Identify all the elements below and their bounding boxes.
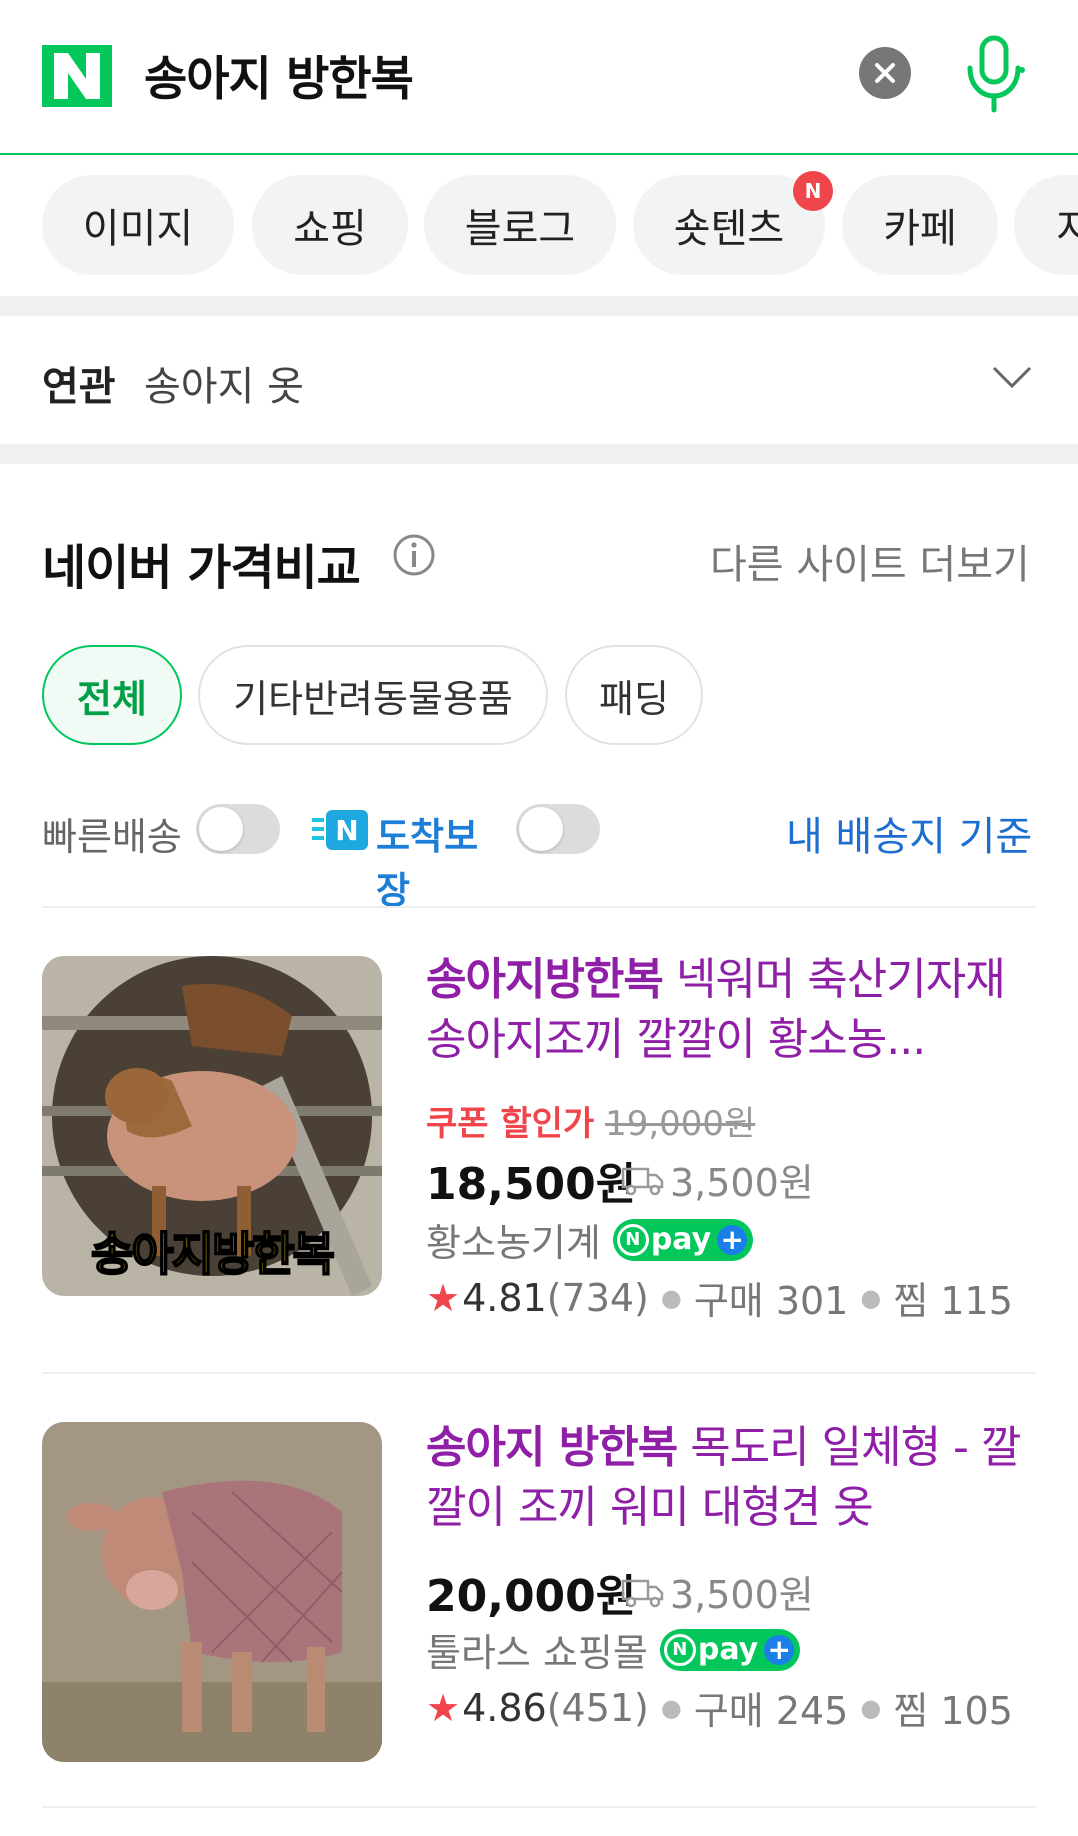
section-title: 네이버 가격비교 — [42, 540, 361, 596]
search-tabs: 이미지 쇼핑 블로그 숏텐츠 N 카페 지 — [0, 157, 1078, 295]
rating-score: 4.86 — [462, 1685, 547, 1730]
divider — [42, 1372, 1036, 1374]
toggle-knob — [519, 807, 563, 851]
truck-icon — [621, 1167, 664, 1195]
npay-plus-badge: N pay + — [659, 1628, 801, 1671]
naver-n-icon: N — [326, 810, 368, 850]
chip-label: 패딩 — [599, 676, 669, 721]
product-card[interactable]: 송아지방한복 송아지방한복 넥워머 축산기자재 송아지조끼 깔깔이 황소농...… — [0, 950, 1078, 1360]
divider — [42, 1806, 1036, 1808]
close-icon — [875, 63, 895, 83]
rating-row: ★ 4.81 (734) ● 구매 301 ● 찜 115 — [426, 1270, 1013, 1325]
fast-delivery-label: 빠른배송 — [42, 815, 182, 859]
speed-lines-icon — [312, 818, 324, 822]
related-keyword[interactable]: 송아지 옷 — [144, 354, 304, 412]
store-row: 황소농기계 N pay + — [426, 1212, 754, 1267]
more-sites-link[interactable]: 다른 사이트 더보기 — [710, 532, 1030, 590]
tab-shortents[interactable]: 숏텐츠 N — [633, 171, 833, 275]
chip-padding[interactable]: 패딩 — [565, 645, 703, 745]
delivery-filters: 빠른배송 N 도착보장 내 배송지 기준 — [0, 800, 1078, 912]
rating-score: 4.81 — [462, 1275, 547, 1320]
tab-label: 이미지 — [82, 206, 194, 252]
new-badge: N — [793, 171, 833, 211]
calf-photo — [42, 1422, 382, 1762]
tab-blog[interactable]: 블로그 — [424, 175, 616, 275]
store-row: 툴라스 쇼핑몰 N pay + — [426, 1622, 801, 1677]
shipping-fee: 3,500원 — [620, 1564, 814, 1619]
npay-n-icon: N — [663, 1633, 696, 1666]
npay-label: pay — [697, 1632, 759, 1667]
product-title[interactable]: 송아지방한복 넥워머 축산기자재 송아지조끼 깔깔이 황소농... — [426, 950, 1046, 1070]
chip-label: 기타반려동물용품 — [233, 676, 513, 721]
related-label: 연관 — [42, 364, 116, 410]
tab-label: 카페 — [883, 206, 957, 252]
separator-dot: ● — [660, 1693, 682, 1722]
tab-images[interactable]: 이미지 — [42, 175, 234, 275]
thumbnail-caption: 송아지방한복 — [90, 1226, 336, 1282]
star-icon: ★ — [426, 1685, 461, 1730]
search-header: 송아지 방한복 — [0, 0, 1078, 155]
chip-all[interactable]: 전체 — [42, 645, 182, 745]
divider — [42, 906, 1036, 908]
arrival-guarantee-badge: N 도착보장 — [312, 804, 502, 912]
coupon-label: 쿠폰 할인가 — [426, 1104, 595, 1144]
truck-icon — [621, 1579, 664, 1607]
separator-dot: ● — [860, 1693, 882, 1722]
toggle-knob — [199, 807, 243, 851]
product-card[interactable]: 송아지 방한복 목도리 일체형 - 깔깔이 조끼 워미 대형견 옷 20,000… — [0, 1418, 1078, 1818]
wish-count: 찜 105 — [893, 1689, 1013, 1733]
npay-label: pay — [650, 1222, 712, 1257]
my-address-link[interactable]: 내 배송지 기준 — [786, 804, 1032, 862]
tab-label: 쇼핑 — [293, 206, 367, 252]
tab-shopping[interactable]: 쇼핑 — [252, 175, 408, 275]
wish-count: 찜 115 — [893, 1279, 1013, 1323]
tab-cafe[interactable]: 카페 — [842, 175, 998, 275]
related-search[interactable]: 연관 송아지 옷 — [0, 316, 1078, 444]
coupon-price-row: 쿠폰 할인가 19,000원 — [426, 1096, 755, 1145]
naver-logo-icon[interactable] — [42, 45, 112, 107]
review-count[interactable]: (734) — [547, 1276, 649, 1320]
purchase-count: 구매 301 — [693, 1279, 849, 1323]
shipping-value: 3,500원 — [670, 1573, 814, 1617]
separator-dot: ● — [660, 1283, 682, 1312]
star-icon: ★ — [426, 1275, 461, 1320]
plus-icon: + — [717, 1224, 748, 1255]
title-highlight: 송아지방한복 — [426, 954, 664, 1005]
fast-delivery-toggle[interactable] — [196, 804, 280, 854]
search-input[interactable]: 송아지 방한복 — [144, 40, 414, 109]
product-image[interactable] — [42, 1422, 382, 1762]
plus-icon: + — [764, 1634, 795, 1665]
review-count[interactable]: (451) — [547, 1686, 649, 1730]
separator-dot: ● — [860, 1283, 882, 1312]
rating-row: ★ 4.86 (451) ● 구매 245 ● 찜 105 — [426, 1680, 1013, 1735]
chip-other-pet-supplies[interactable]: 기타반려동물용품 — [198, 645, 548, 745]
chip-label: 전체 — [77, 676, 147, 721]
info-icon[interactable] — [392, 533, 436, 577]
shipping-value: 3,500원 — [670, 1161, 814, 1205]
microphone-icon[interactable] — [962, 34, 1026, 114]
store-name[interactable]: 황소농기계 — [426, 1212, 601, 1267]
section-gap — [0, 296, 1078, 316]
product-price: 20,000원 — [426, 1571, 637, 1622]
chevron-down-icon[interactable] — [990, 362, 1034, 392]
purchase-count: 구매 245 — [693, 1689, 849, 1733]
product-price: 18,500원 — [426, 1159, 637, 1210]
tab-label: 블로그 — [464, 206, 576, 252]
shipping-fee: 3,500원 — [620, 1152, 814, 1207]
clear-search-button[interactable] — [859, 47, 911, 99]
section-gap — [0, 444, 1078, 464]
product-image[interactable]: 송아지방한복 — [42, 956, 382, 1296]
product-title[interactable]: 송아지 방한복 목도리 일체형 - 깔깔이 조끼 워미 대형견 옷 — [426, 1418, 1046, 1538]
tab-label: 숏텐츠 — [673, 206, 785, 252]
arrival-guarantee-toggle[interactable] — [516, 804, 600, 854]
npay-n-icon: N — [616, 1223, 649, 1256]
original-price: 19,000원 — [605, 1104, 756, 1144]
tab-more[interactable]: 지 — [1014, 175, 1078, 275]
tab-label: 지 — [1056, 206, 1078, 252]
store-name[interactable]: 툴라스 쇼핑몰 — [426, 1622, 648, 1677]
title-highlight: 송아지 방한복 — [426, 1422, 678, 1473]
arrival-guarantee-label: 도착보장 — [376, 815, 479, 912]
npay-plus-badge: N pay + — [612, 1218, 754, 1261]
